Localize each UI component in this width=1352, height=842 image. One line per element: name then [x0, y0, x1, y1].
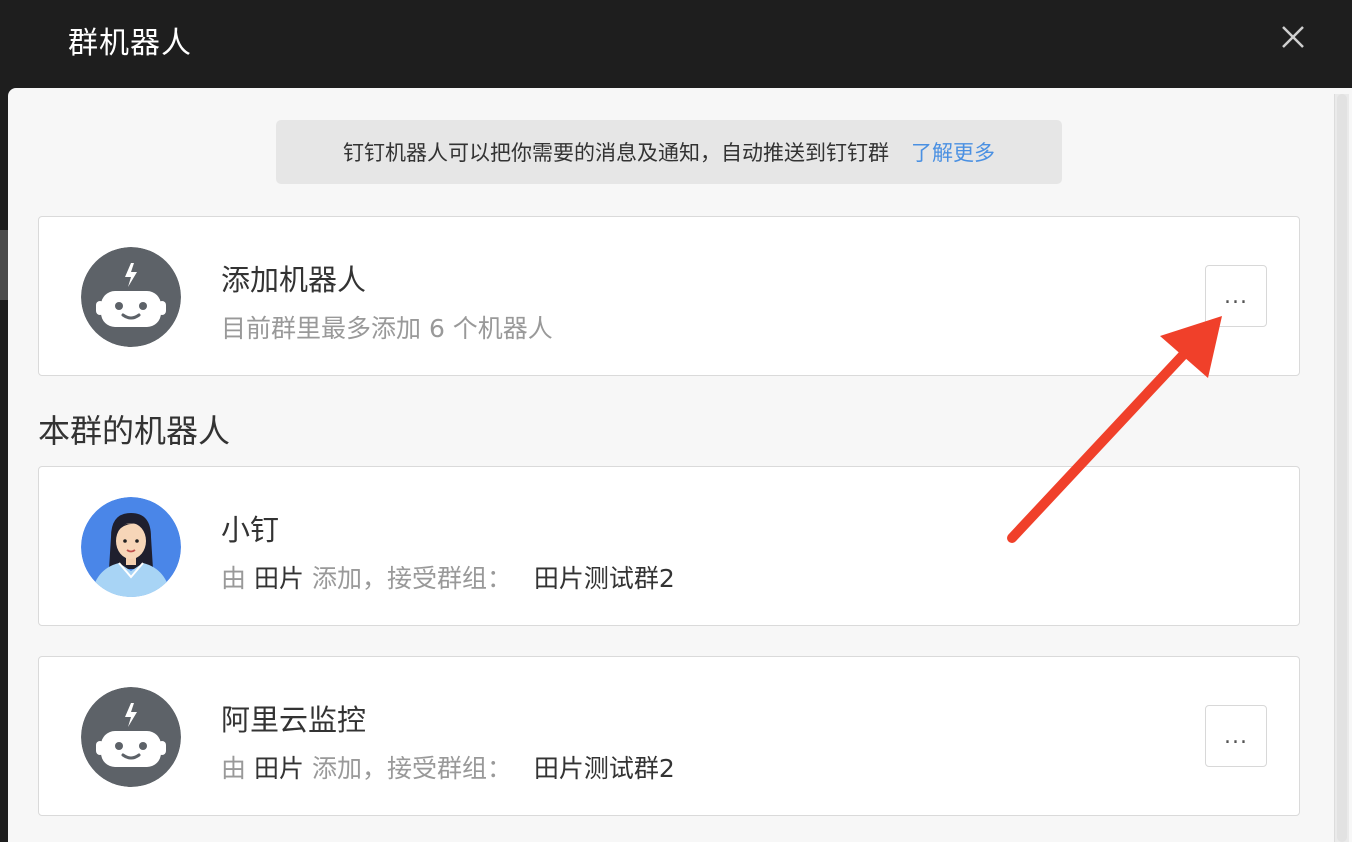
window-title: 群机器人 — [68, 26, 192, 61]
robot-card[interactable]: 小钉 由 田片 添加，接受群组： 田片测试群2 — [38, 466, 1300, 626]
learn-more-link[interactable]: 了解更多 — [911, 137, 995, 167]
robot-adder: 田片 — [253, 564, 304, 593]
robot-meta: 由 田片 添加，接受群组： 田片测试群2 — [221, 559, 675, 595]
robot-by-label: 由 — [221, 564, 247, 593]
scrollbar[interactable] — [1334, 94, 1349, 842]
robot-meta: 由 田片 添加，接受群组： 田片测试群2 — [221, 749, 675, 785]
robot-more-button[interactable]: ... — [1205, 705, 1267, 767]
robot-adder: 田片 — [253, 754, 304, 783]
info-banner-text: 钉钉机器人可以把你需要的消息及通知，自动推送到钉钉群 — [343, 141, 889, 165]
robot-avatar — [81, 687, 181, 787]
info-banner: 钉钉机器人可以把你需要的消息及通知，自动推送到钉钉群 了解更多 — [276, 120, 1062, 184]
robot-added-text: 添加，接受群组： — [311, 754, 512, 783]
robot-avatar — [81, 497, 181, 597]
robot-group: 田片测试群2 — [533, 754, 675, 783]
robot-icon — [81, 687, 181, 787]
robot-card[interactable]: 阿里云监控 由 田片 添加，接受群组： 田片测试群2 ... — [38, 656, 1300, 816]
robot-name: 阿里云监控 — [221, 703, 367, 737]
add-robot-title: 添加机器人 — [221, 263, 367, 297]
add-robot-more-button[interactable]: ... — [1205, 265, 1267, 327]
assistant-avatar-icon — [81, 497, 181, 597]
robot-by-label: 由 — [221, 754, 247, 783]
robot-added-text: 添加，接受群组： — [311, 564, 512, 593]
background-window-edge — [0, 230, 8, 300]
robot-panel: 钉钉机器人可以把你需要的消息及通知，自动推送到钉钉群 了解更多 添加机器人 目前… — [8, 88, 1352, 842]
robot-avatar — [81, 247, 181, 347]
robot-name: 小钉 — [221, 513, 280, 547]
add-robot-subtitle: 目前群里最多添加 6 个机器人 — [221, 314, 553, 343]
section-title: 本群的机器人 — [38, 412, 231, 450]
robot-group: 田片测试群2 — [533, 564, 675, 593]
close-icon — [1282, 26, 1304, 48]
robot-icon — [81, 247, 181, 347]
scrollbar-thumb[interactable] — [1337, 94, 1347, 842]
add-robot-card[interactable]: 添加机器人 目前群里最多添加 6 个机器人 ... — [38, 216, 1300, 376]
title-bar: 群机器人 — [0, 0, 1352, 88]
close-button[interactable] — [1276, 20, 1310, 54]
